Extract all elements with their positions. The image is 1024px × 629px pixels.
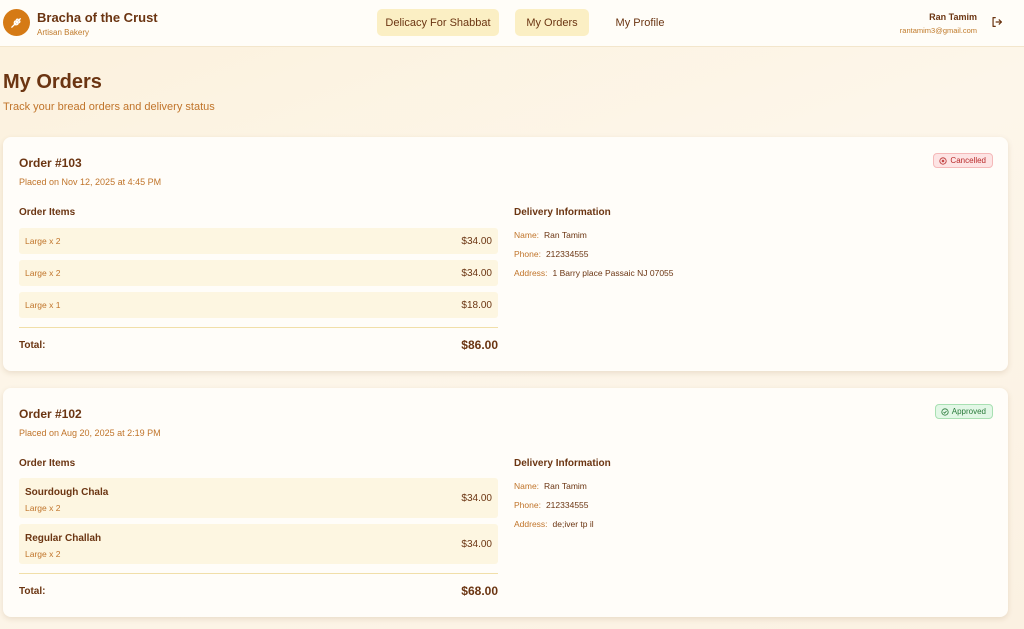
order-card: Order #103 Placed on Nov 12, 2025 at 4:4…: [3, 137, 1008, 371]
delivery-name: Name: Ran Tamim: [514, 481, 587, 491]
address-label: Address:: [514, 519, 548, 529]
delivery-phone: Phone: 212334555: [514, 500, 589, 510]
nav-delicacy-for-shabbat[interactable]: Delicacy For Shabbat: [377, 9, 499, 36]
delivery-info-heading: Delivery Information: [514, 458, 611, 469]
item-qty: Large x 2: [25, 549, 61, 559]
wheat-icon[interactable]: [3, 9, 30, 36]
status-badge: Approved: [934, 404, 993, 419]
divider: [19, 573, 498, 574]
page-title: My Orders: [3, 71, 102, 93]
brand-name[interactable]: Bracha of the Crust: [37, 10, 158, 25]
name-label: Name:: [514, 481, 540, 491]
logout-icon[interactable]: [990, 15, 1004, 29]
order-items-heading: Order Items: [19, 458, 76, 469]
brand-subtitle: Artisan Bakery: [37, 28, 90, 37]
page-subtitle: Track your bread orders and delivery sta…: [3, 101, 215, 113]
user-name: Ran Tamim: [929, 12, 977, 22]
list-item: Regular Challah Large x 2 $34.00: [19, 524, 498, 564]
list-item: Large x 1 $18.00: [19, 292, 498, 318]
status-label: Approved: [951, 407, 986, 416]
phone-value: 212334555: [545, 500, 589, 510]
status-badge: Cancelled: [933, 153, 993, 168]
order-placed-date: Placed on Nov 12, 2025 at 4:45 PM: [19, 177, 162, 187]
item-qty: Large x 2: [25, 503, 61, 513]
order-number: Order #102: [19, 407, 82, 421]
list-item: Large x 2 $34.00: [19, 228, 498, 254]
nav-my-profile[interactable]: My Profile: [604, 9, 676, 36]
item-price: $34.00: [461, 539, 492, 550]
item-price: $18.00: [461, 300, 492, 311]
item-price: $34.00: [461, 268, 492, 279]
item-qty: Large x 2: [25, 268, 61, 278]
phone-label: Phone:: [514, 249, 541, 259]
check-circle-icon: [941, 407, 949, 416]
order-card: Order #102 Placed on Aug 20, 2025 at 2:1…: [3, 388, 1008, 617]
order-number: Order #103: [19, 156, 82, 170]
divider: [19, 327, 498, 328]
order-placed-date: Placed on Aug 20, 2025 at 2:19 PM: [19, 428, 161, 438]
address-label: Address:: [514, 268, 548, 278]
name-value: Ran Tamim: [544, 481, 587, 491]
order-items-heading: Order Items: [19, 207, 76, 218]
order-total: $86.00: [461, 338, 498, 352]
phone-label: Phone:: [514, 500, 541, 510]
item-name: Sourdough Chala: [25, 487, 109, 498]
nav-my-orders[interactable]: My Orders: [515, 9, 589, 36]
list-item: Large x 2 $34.00: [19, 260, 498, 286]
top-nav-bar: Bracha of the Crust Artisan Bakery Delic…: [0, 0, 1024, 47]
user-email: rantamim3@gmail.com: [899, 26, 977, 35]
list-item: Sourdough Chala Large x 2 $34.00: [19, 478, 498, 518]
item-name: Regular Challah: [25, 533, 102, 544]
item-qty: Large x 1: [25, 300, 61, 310]
order-total: $68.00: [461, 584, 498, 598]
item-price: $34.00: [461, 493, 492, 504]
name-label: Name:: [514, 230, 540, 240]
address-value: de;iver tp il: [552, 519, 594, 529]
delivery-info-heading: Delivery Information: [514, 207, 611, 218]
name-value: Ran Tamim: [544, 230, 587, 240]
phone-value: 212334555: [545, 249, 589, 259]
item-price: $34.00: [461, 236, 492, 247]
delivery-address: Address: de;iver tp il: [514, 519, 594, 529]
delivery-phone: Phone: 212334555: [514, 249, 589, 259]
delivery-name: Name: Ran Tamim: [514, 230, 587, 240]
x-circle-icon: [939, 156, 948, 165]
item-qty: Large x 2: [25, 236, 61, 246]
address-value: 1 Barry place Passaic NJ 07055: [552, 268, 674, 278]
delivery-address: Address: 1 Barry place Passaic NJ 07055: [514, 268, 674, 278]
status-label: Cancelled: [950, 156, 986, 165]
